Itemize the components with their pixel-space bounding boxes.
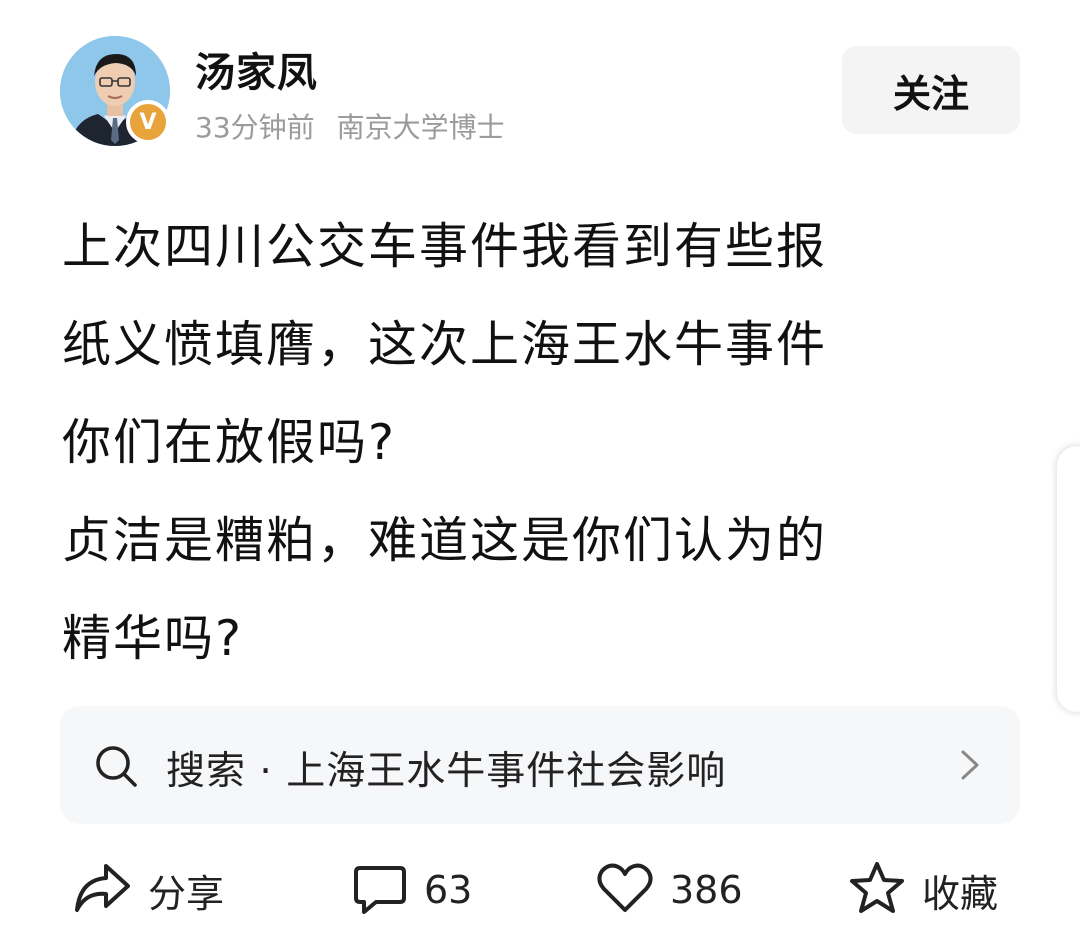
- post-line: 纸义愤填膺，这次上海王水牛事件: [62, 316, 828, 373]
- heart-icon: [596, 860, 654, 920]
- search-icon: [94, 744, 138, 792]
- follow-button[interactable]: 关注: [842, 46, 1020, 134]
- comment-button[interactable]: 63: [352, 858, 472, 922]
- share-icon: [72, 860, 132, 920]
- post-line: 贞洁是糟粕，难道这是你们认为的: [62, 512, 828, 569]
- share-label: 分享: [148, 871, 225, 916]
- author-name[interactable]: 汤家凤: [195, 40, 318, 98]
- post-meta: 33分钟前 南京大学博士: [195, 106, 505, 146]
- action-bar: 分享 63 386 收藏: [0, 850, 1080, 932]
- favorite-button[interactable]: 收藏: [848, 858, 998, 922]
- like-button[interactable]: 386: [596, 858, 743, 922]
- post-content: 上次四川公交车事件我看到有些报 纸义愤填膺，这次上海王水牛事件 你们在放假吗? …: [62, 198, 1022, 688]
- post-line: 上次四川公交车事件我看到有些报: [62, 218, 828, 275]
- post-line: 你们在放假吗?: [62, 414, 397, 471]
- favorite-label: 收藏: [922, 871, 999, 916]
- post-time: 33分钟前: [195, 111, 315, 144]
- comment-count: 63: [424, 868, 473, 912]
- related-search-text: 搜索 · 上海王水牛事件社会影响: [166, 749, 727, 794]
- verified-badge-icon: V: [126, 100, 170, 144]
- star-icon: [848, 860, 906, 920]
- related-search-link[interactable]: 搜索 · 上海王水牛事件社会影响: [60, 706, 1020, 824]
- comment-icon: [352, 860, 408, 920]
- share-button[interactable]: 分享: [72, 858, 224, 922]
- chevron-right-icon: [958, 748, 982, 786]
- like-count: 386: [670, 868, 743, 912]
- scrollbar-handle[interactable]: [1057, 446, 1080, 712]
- post-line: 精华吗?: [62, 610, 244, 667]
- author-title: 南京大学博士: [336, 111, 505, 144]
